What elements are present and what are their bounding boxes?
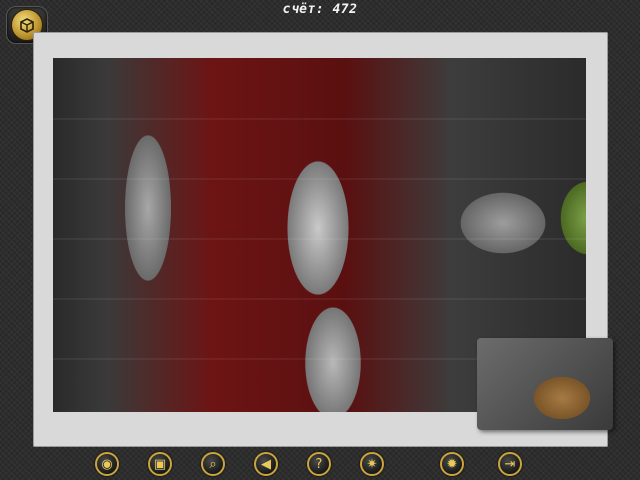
- exit-door-icon: ⇥: [504, 456, 516, 472]
- toolbar-button-preview[interactable]: ▣: [148, 452, 172, 476]
- toolbar-button-exit[interactable]: ⇥: [498, 452, 522, 476]
- piece-seam: [53, 118, 586, 120]
- question-icon: ?: [315, 456, 323, 472]
- score-display: счёт: 472: [282, 2, 358, 17]
- game-screen: счёт: 472 ◉ ▣ ⌕ ◀ ? ✷ ✹ ⇥: [0, 0, 640, 480]
- eye-icon: ◉: [101, 456, 113, 472]
- toolbar-button-zoom[interactable]: ⌕: [201, 452, 225, 476]
- arrow-left-icon: ◀: [261, 456, 271, 472]
- bottom-toolbar: ◉ ▣ ⌕ ◀ ? ✷ ✹ ⇥: [0, 448, 640, 480]
- toolbar-button-back[interactable]: ◀: [254, 452, 278, 476]
- loose-puzzle-piece[interactable]: [477, 338, 613, 430]
- toolbar-button-scatter[interactable]: ✷: [360, 452, 384, 476]
- settings-gear-icon: ✹: [446, 456, 458, 472]
- preview-image-icon: ▣: [153, 456, 167, 472]
- piece-seam: [53, 298, 586, 300]
- toolbar-button-eye[interactable]: ◉: [95, 452, 119, 476]
- magnifier-icon: ⌕: [209, 456, 217, 472]
- scatter-pieces-icon: ✷: [366, 456, 378, 472]
- piece-seam: [53, 238, 586, 240]
- piece-seam: [53, 178, 586, 180]
- toolbar-button-hint[interactable]: ?: [307, 452, 331, 476]
- toolbar-button-settings[interactable]: ✹: [440, 452, 464, 476]
